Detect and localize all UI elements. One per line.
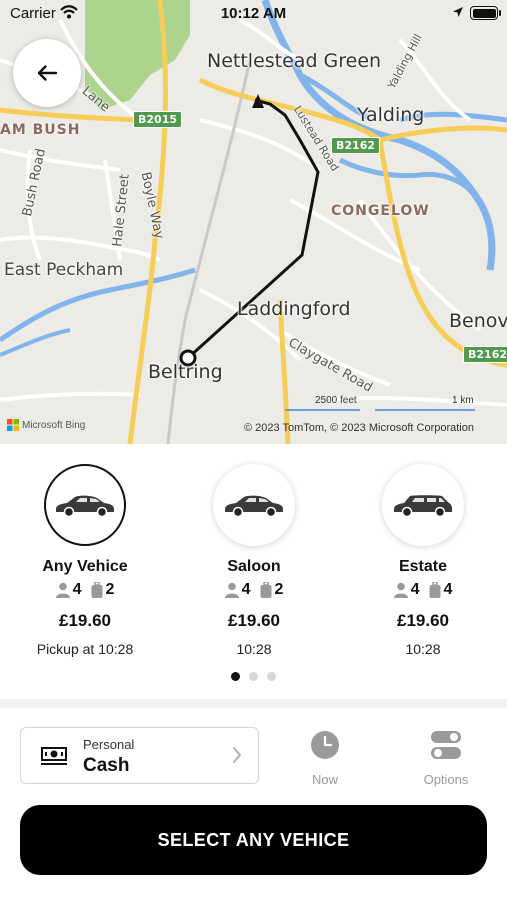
place-nettlestead-green: Nettlestead Green bbox=[207, 50, 382, 72]
payment-type-label: Personal bbox=[83, 737, 135, 752]
pagination-dot[interactable] bbox=[267, 672, 276, 681]
road-shield-b2015: B2015 bbox=[133, 111, 182, 128]
saloon-car-icon bbox=[225, 495, 283, 518]
arrow-left-icon bbox=[37, 65, 58, 81]
place-laddingford: Laddingford bbox=[237, 298, 351, 320]
vehicle-selector: Any Vehice 4 2 £19.60 Pickup at 10:28 Sa… bbox=[0, 444, 507, 699]
section-divider bbox=[0, 699, 507, 708]
vehicle-card-estate[interactable]: Estate 4 4 £19.60 10:28 bbox=[338, 464, 507, 657]
luggage-icon bbox=[429, 582, 441, 598]
microsoft-logo-icon bbox=[7, 419, 19, 431]
place-benov: Benov bbox=[449, 310, 507, 332]
passenger-icon bbox=[393, 582, 408, 598]
vehicle-pickup-time: Pickup at 10:28 bbox=[36, 641, 134, 657]
location-arrow-icon bbox=[453, 7, 463, 17]
vehicle-name: Any Vehice bbox=[42, 558, 128, 575]
payment-method-selector[interactable]: Personal Cash bbox=[20, 727, 259, 784]
passenger-count: 4 bbox=[410, 581, 420, 598]
vehicle-price: £19.60 bbox=[397, 611, 449, 630]
place-yalding: Yalding bbox=[357, 104, 425, 126]
vehicle-pickup-time: 10:28 bbox=[405, 641, 441, 657]
vehicle-price: £19.60 bbox=[228, 611, 280, 630]
toggle-options-icon bbox=[431, 731, 461, 759]
car-icon bbox=[56, 495, 114, 518]
pagination-dot[interactable] bbox=[231, 672, 240, 681]
scale-feet: 2500 feet bbox=[315, 395, 357, 406]
status-time: 10:12 AM bbox=[220, 5, 287, 22]
vehicle-name: Estate bbox=[398, 558, 448, 575]
vehicle-price: £19.60 bbox=[59, 611, 111, 630]
place-am-bush: AM BUSH bbox=[0, 122, 81, 138]
passenger-icon bbox=[55, 582, 70, 598]
vehicle-capacity: 4 2 bbox=[0, 581, 170, 599]
vehicle-card-saloon[interactable]: Saloon 4 2 £19.60 10:28 bbox=[169, 464, 339, 657]
status-bar: Carrier 10:12 AM bbox=[0, 0, 507, 28]
place-beltring: Beltring bbox=[148, 361, 223, 383]
road-shield-b2162-east: B2162 bbox=[463, 346, 507, 363]
now-button[interactable]: Now bbox=[285, 730, 365, 787]
luggage-count: 2 bbox=[105, 581, 115, 598]
vehicle-name: Saloon bbox=[227, 558, 281, 575]
bing-attribution: Microsoft Bing bbox=[7, 419, 85, 431]
vehicle-icon-circle[interactable] bbox=[44, 464, 126, 546]
map-copyright: © 2023 TomTom, © 2023 Microsoft Corporat… bbox=[243, 422, 474, 434]
vehicle-capacity: 4 4 bbox=[338, 581, 507, 599]
place-congelow: CONGELOW bbox=[331, 203, 430, 219]
passenger-count: 4 bbox=[72, 581, 82, 598]
luggage-count: 2 bbox=[274, 581, 284, 598]
vehicle-icon-circle[interactable] bbox=[213, 464, 295, 546]
options-label: Options bbox=[423, 772, 469, 787]
battery-icon bbox=[470, 6, 501, 20]
back-button[interactable] bbox=[13, 39, 81, 107]
payment-method-value: Cash bbox=[83, 755, 130, 776]
cash-icon bbox=[41, 747, 67, 765]
select-vehicle-button[interactable]: SELECT ANY VEHICE bbox=[20, 805, 487, 875]
options-button[interactable]: Options bbox=[406, 730, 486, 787]
place-east-peckham: East Peckham bbox=[4, 260, 124, 280]
road-shield-b2162: B2162 bbox=[331, 137, 380, 154]
scale-km: 1 km bbox=[452, 395, 474, 406]
pagination-dot[interactable] bbox=[249, 672, 258, 681]
passenger-count: 4 bbox=[241, 581, 251, 598]
passenger-icon bbox=[224, 582, 239, 598]
bing-label: Microsoft Bing bbox=[22, 419, 86, 431]
estate-car-icon bbox=[394, 495, 452, 518]
vehicle-icon-circle[interactable] bbox=[382, 464, 464, 546]
vehicle-capacity: 4 2 bbox=[169, 581, 339, 599]
now-label: Now bbox=[311, 772, 338, 787]
vehicle-card-any[interactable]: Any Vehice 4 2 £19.60 Pickup at 10:28 bbox=[0, 464, 170, 657]
luggage-icon bbox=[91, 582, 103, 598]
clock-icon bbox=[311, 731, 339, 759]
chevron-right-icon bbox=[233, 747, 241, 763]
luggage-icon bbox=[260, 582, 272, 598]
luggage-count: 4 bbox=[443, 581, 453, 598]
vehicle-pickup-time: 10:28 bbox=[236, 641, 272, 657]
pagination-dots bbox=[0, 672, 507, 681]
